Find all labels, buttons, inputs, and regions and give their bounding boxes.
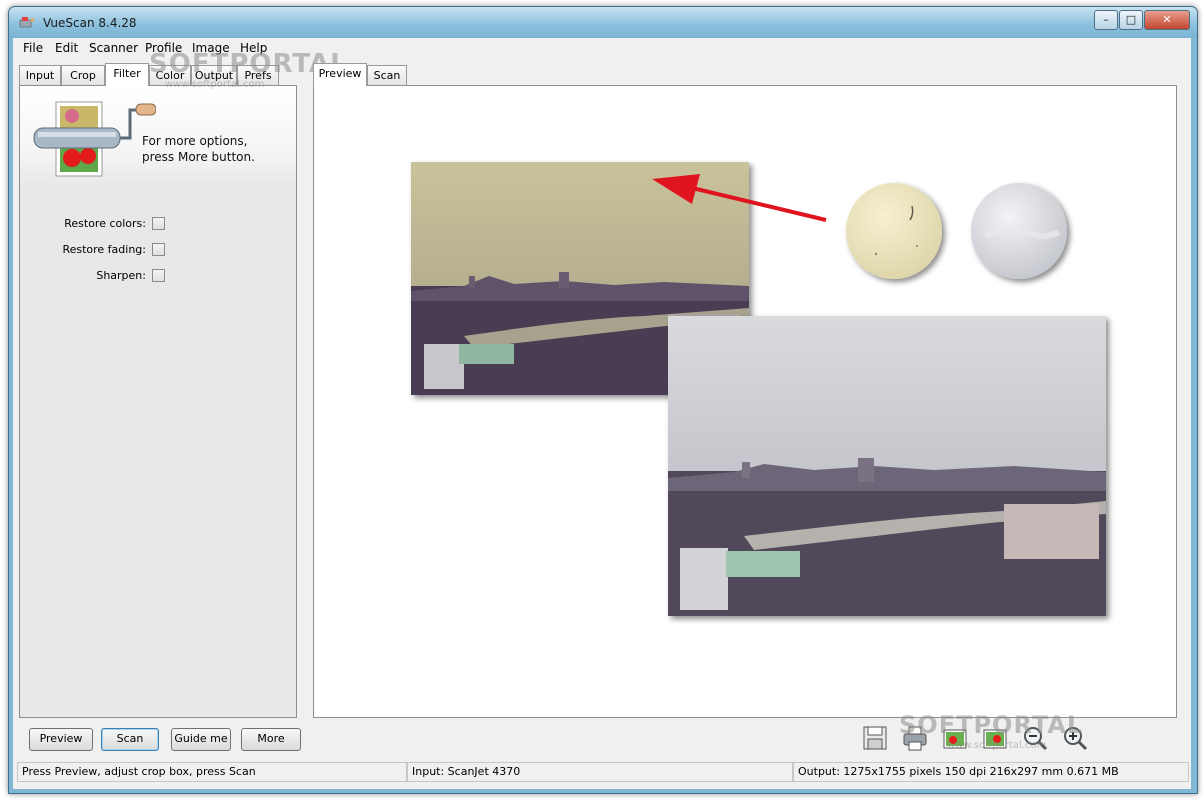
hint-line-2: press More button. [142,150,255,164]
more-options-hint: For more options, press More button. [142,133,255,165]
preview-pane[interactable] [313,85,1177,718]
watermark-url-top: www.softportal.com [165,79,265,90]
menu-scanner[interactable]: Scanner [89,41,138,55]
menu-file[interactable]: File [23,41,43,55]
title-bar[interactable]: VueScan 8.4.28 – □ ✕ [9,7,1197,38]
tab-filter[interactable]: Filter [105,63,149,86]
scanner-mascot-icon [33,101,156,177]
watermark-url-bottom: www.softportal.com [947,740,1047,751]
status-input-device: Input: ScanJet 4370 [407,762,793,782]
restore-fading-checkbox[interactable] [152,243,165,256]
maximize-button[interactable]: □ [1119,10,1143,30]
preview-canvas [411,162,1106,616]
preview-button[interactable]: Preview [29,728,93,751]
tab-scan[interactable]: Scan [367,65,407,85]
hint-line-1: For more options, [142,134,248,148]
more-button[interactable]: More [241,728,301,751]
status-bar: Press Preview, adjust crop box, press Sc… [13,760,1191,782]
window-title: VueScan 8.4.28 [43,16,137,30]
restore-colors-label: Restore colors: [64,217,146,230]
save-icon[interactable] [861,724,889,752]
sharpen-checkbox[interactable] [152,269,165,282]
restore-colors-checkbox[interactable] [152,217,165,230]
minimize-button[interactable]: – [1094,10,1118,30]
zoom-circle-original [846,183,942,279]
sharpen-label: Sharpen: [96,269,146,282]
zoom-circle-restored [971,183,1067,279]
menu-edit[interactable]: Edit [55,41,78,55]
guide-me-button[interactable]: Guide me [171,728,231,751]
restore-fading-label: Restore fading: [62,243,146,256]
tab-preview[interactable]: Preview [313,63,367,86]
status-output-info: Output: 1275x1755 pixels 150 dpi 216x297… [793,762,1189,782]
scan-button[interactable]: Scan [101,728,159,751]
watermark-brand-bottom: SOFTPORTAL [899,711,1084,739]
tab-input[interactable]: Input [19,65,61,85]
restored-scan-photo [668,316,1106,616]
status-instructions: Press Preview, adjust crop box, press Sc… [17,762,407,782]
close-button[interactable]: ✕ [1144,10,1190,30]
client-area: File Edit Scanner Profile Image Help Inp… [13,38,1191,789]
panel-header: For more options, press More button. [20,86,296,186]
tab-crop[interactable]: Crop [61,65,105,85]
vuescan-app-icon [19,17,35,28]
filter-panel: For more options, press More button. Res… [19,85,297,718]
app-window: VueScan 8.4.28 – □ ✕ File Edit Scanner P… [8,6,1198,794]
